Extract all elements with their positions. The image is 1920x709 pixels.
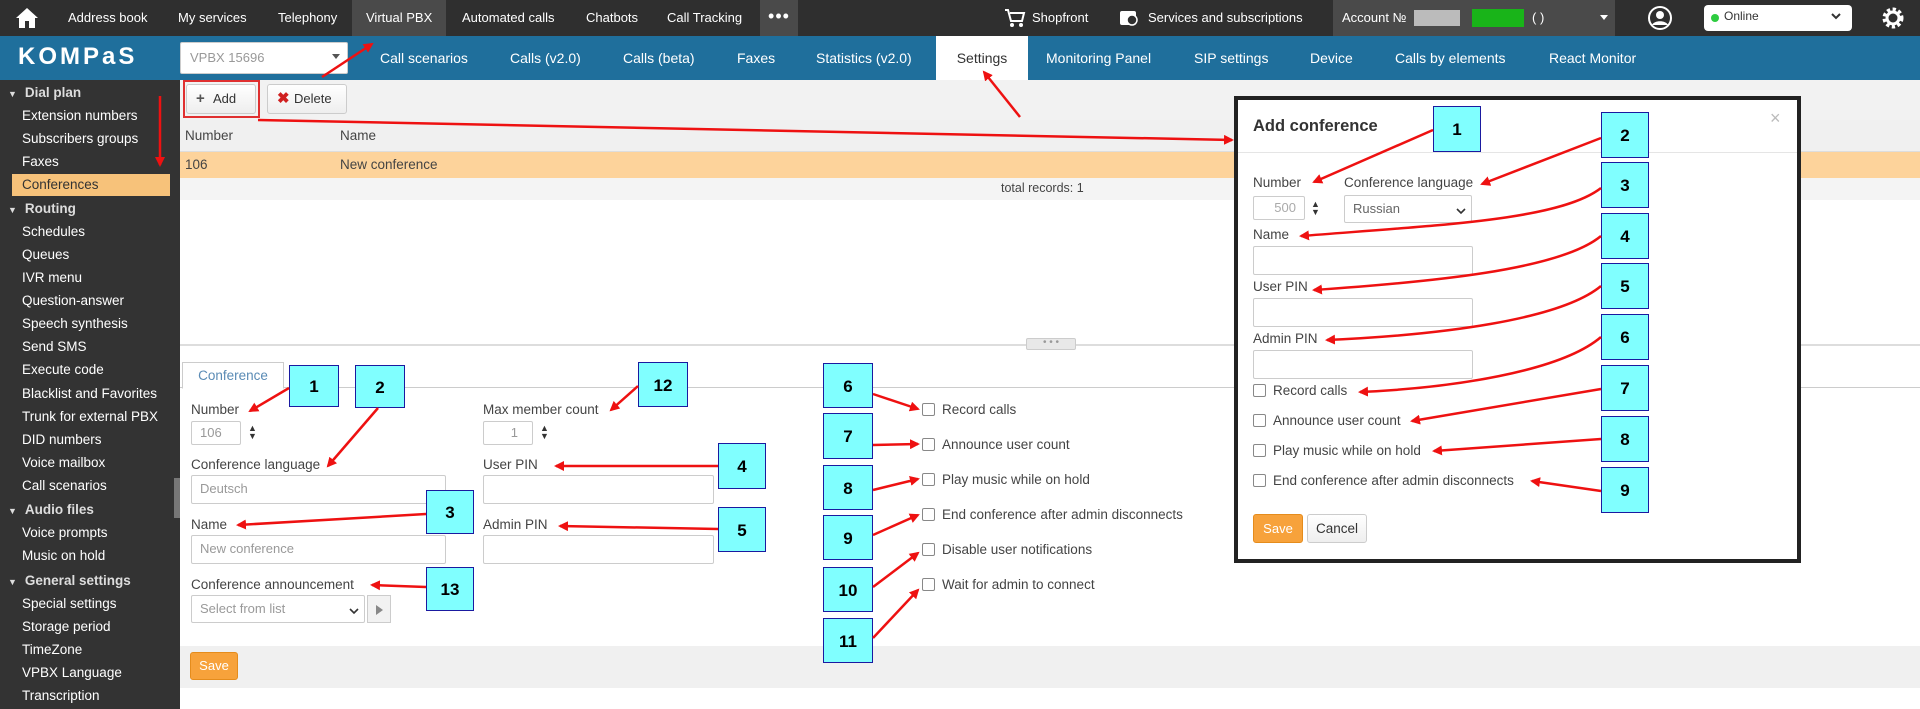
arrow-form-5: [558, 521, 719, 532]
arrow-dialog-6: [1358, 336, 1602, 397]
arrow-form-12: [609, 385, 639, 412]
arrow-dialog-8: [1432, 437, 1602, 456]
arrow-form-7: [872, 439, 920, 450]
arrow-dialog-1: [1312, 128, 1434, 184]
arrow-dialog-2: [1480, 136, 1602, 186]
arrow-form-10: [872, 551, 920, 588]
arrow-form-2: [326, 407, 379, 468]
arrow-dialog-9: [1530, 477, 1602, 493]
arrow-to-settings: [982, 70, 1021, 118]
arrow-form-9: [872, 513, 920, 537]
arrow-dialog-4: [1312, 235, 1602, 295]
arrow-form-6: [872, 392, 920, 412]
arrow-dialog-5: [1325, 285, 1602, 345]
arrow-add-to-dialog: [257, 118, 1234, 145]
arrow-form-13: [370, 580, 427, 591]
arrow-dialog-3: [1299, 187, 1602, 241]
arrow-form-1: [248, 386, 290, 413]
arrow-form-8: [872, 476, 920, 492]
arrow-form-11: [872, 588, 920, 639]
arrow-to-virtual-pbx: [321, 42, 374, 79]
annotation-arrows: [155, 42, 1602, 639]
arrow-dialog-7: [1410, 387, 1602, 425]
arrow-form-3: [236, 512, 427, 530]
